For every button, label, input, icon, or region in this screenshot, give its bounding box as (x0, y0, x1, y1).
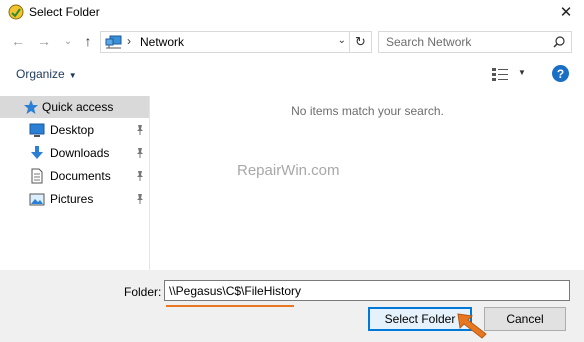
chevron-down-icon: ⌄ (63, 35, 73, 47)
navigation-pane: Quick access Desktop Downloads Documents… (0, 96, 150, 270)
address-bar[interactable]: › Network ⌄ (100, 31, 350, 53)
close-button[interactable]: ✕ (548, 0, 584, 24)
sidebar-item-label: Documents (50, 169, 111, 183)
help-button[interactable]: ? (552, 65, 569, 82)
help-icon: ? (556, 66, 565, 81)
navigation-bar: ← → ⌄ ↑ › Network ⌄ ↻ (0, 28, 584, 56)
folder-label: Folder: (124, 285, 162, 299)
window-title: Select Folder (29, 5, 100, 19)
desktop-icon (29, 123, 45, 137)
organize-label: Organize (16, 67, 65, 81)
pin-icon (137, 171, 143, 181)
annotation-arrow-icon (457, 313, 487, 339)
command-bar: Organize ▼ ▼ ? (0, 60, 584, 88)
search-input[interactable] (386, 35, 546, 49)
pin-icon (137, 125, 143, 135)
empty-results-message: No items match your search. (291, 104, 444, 118)
sidebar-item-label: Desktop (50, 123, 95, 137)
pin-icon (137, 148, 143, 158)
file-list[interactable]: No items match your search. RepairWin.co… (151, 96, 584, 270)
dialog-footer: Folder: Select Folder Cancel (0, 270, 584, 342)
search-icon[interactable] (553, 36, 565, 48)
view-options-icon[interactable] (492, 67, 508, 81)
watermark-text: RepairWin.com (237, 162, 340, 179)
back-button[interactable]: ← (10, 33, 26, 49)
up-arrow-icon: ↑ (84, 33, 92, 49)
refresh-icon: ↻ (355, 34, 366, 49)
forward-arrow-icon: → (37, 33, 51, 49)
back-arrow-icon: ← (11, 33, 25, 49)
star-icon (24, 100, 38, 114)
folder-field[interactable] (164, 280, 570, 301)
recent-locations-button[interactable]: ⌄ (60, 33, 76, 49)
address-dropdown-icon[interactable]: ⌄ (338, 35, 346, 46)
sidebar-item-pictures[interactable]: Pictures (0, 188, 149, 210)
breadcrumb-separator: › (127, 34, 131, 48)
sidebar-item-label: Pictures (50, 192, 94, 206)
refresh-button[interactable]: ↻ (350, 31, 372, 53)
app-icon (8, 4, 24, 20)
folder-input[interactable] (169, 284, 567, 298)
up-button[interactable]: ↑ (80, 33, 96, 49)
picture-icon (29, 193, 45, 206)
document-icon (31, 168, 43, 184)
pin-icon (137, 194, 143, 204)
sidebar-item-documents[interactable]: Documents (0, 165, 149, 187)
sidebar-item-label: Quick access (42, 100, 114, 114)
view-caret-icon[interactable]: ▼ (518, 68, 526, 77)
download-icon (31, 146, 43, 159)
caret-down-icon: ▼ (68, 71, 77, 80)
sidebar-item-desktop[interactable]: Desktop (0, 119, 149, 141)
network-icon (105, 35, 122, 49)
forward-button[interactable]: → (36, 33, 52, 49)
close-icon: ✕ (559, 4, 573, 21)
sidebar-item-label: Downloads (50, 146, 110, 160)
search-box[interactable] (378, 31, 572, 53)
breadcrumb-network[interactable]: Network (140, 35, 184, 49)
sidebar-item-downloads[interactable]: Downloads (0, 142, 149, 164)
cancel-button[interactable]: Cancel (484, 307, 566, 331)
organize-menu[interactable]: Organize ▼ (16, 67, 77, 81)
sidebar-item-quick-access[interactable]: Quick access (0, 96, 149, 118)
title-bar: Select Folder ✕ (0, 0, 584, 24)
annotation-underline (166, 305, 294, 307)
